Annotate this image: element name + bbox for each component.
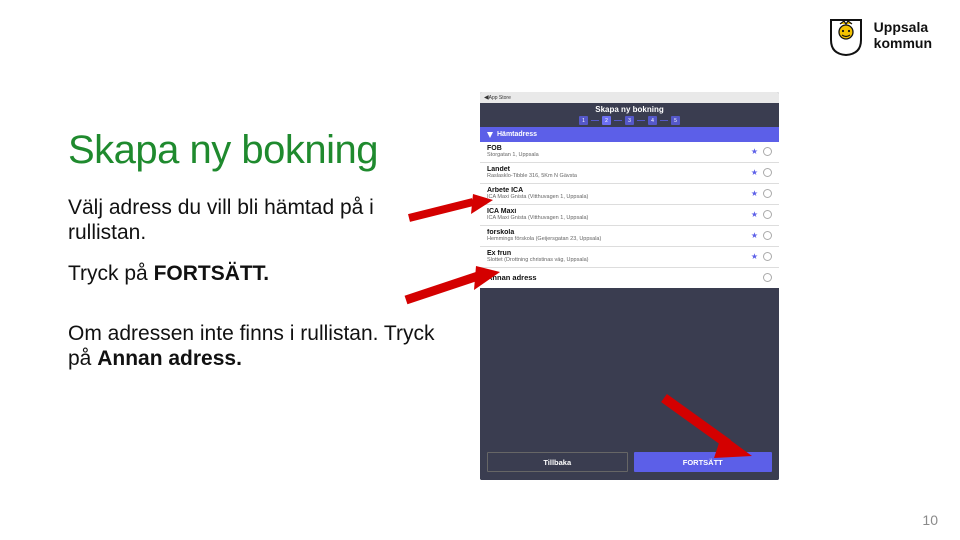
mockup-title: Skapa ny bokning — [595, 105, 663, 114]
address-item[interactable]: LandetRaslasklo-Tibble 316, 5Km N Gävsta… — [480, 163, 779, 184]
step-5: 5 — [671, 116, 680, 125]
address-item[interactable]: ICA MaxiICA Maxi Gnista (Vitthuvagen 1, … — [480, 205, 779, 226]
instruction-2-bold: FORTSÄTT. — [154, 262, 270, 285]
logo: Uppsala kommun — [826, 14, 932, 56]
radio-icon — [763, 231, 772, 240]
address-detail: Raslasklo-Tibble 316, 5Km N Gävsta — [487, 173, 751, 179]
logo-text: Uppsala kommun — [874, 19, 932, 51]
page-title: Skapa ny bokning — [68, 128, 443, 173]
star-icon: ★ — [751, 168, 758, 177]
radio-icon — [763, 252, 772, 261]
instruction-3-bold: Annan adress. — [97, 347, 242, 370]
logo-line1: Uppsala — [874, 19, 932, 35]
address-item[interactable]: FOBStorgatan 1, Uppsala★ — [480, 142, 779, 163]
content-column: Skapa ny bokning Välj adress du vill bli… — [68, 128, 443, 387]
chevron-down-icon — [487, 132, 493, 138]
star-icon: ★ — [751, 189, 758, 198]
address-name: FOB — [487, 145, 751, 152]
step-2: 2 — [602, 116, 611, 125]
address-other[interactable]: Annan adress — [480, 268, 779, 288]
address-detail: Storgatan 1, Uppsala — [487, 152, 751, 158]
continue-button[interactable]: FORTSÄTT — [634, 452, 773, 472]
radio-icon — [763, 273, 772, 282]
star-icon: ★ — [751, 231, 758, 240]
step-1: 1 — [579, 116, 588, 125]
address-name: Landet — [487, 166, 751, 173]
section-label-text: Hämtadress — [497, 131, 537, 138]
instruction-1: Välj adress du vill bli hämtad på i rull… — [68, 195, 443, 245]
address-detail: ICA Maxi Gnista (Vitthuvagen 1, Uppsala) — [487, 215, 751, 221]
page-number: 10 — [922, 512, 938, 528]
address-name: forskola — [487, 229, 751, 236]
star-icon: ★ — [751, 147, 758, 156]
address-name: Ex frun — [487, 250, 751, 257]
back-button-label: Tillbaka — [543, 458, 571, 467]
address-name: Arbete ICA — [487, 187, 751, 194]
instruction-3: Om adressen inte finns i rullistan. Tryc… — [68, 321, 443, 371]
address-detail: ICA Maxi Gnista (Vitthuvagen 1, Uppsala) — [487, 194, 751, 200]
step-3: 3 — [625, 116, 634, 125]
section-pickup-address: Hämtadress — [480, 127, 779, 142]
address-detail: Slottet (Drottning christinas väg, Uppsa… — [487, 257, 751, 263]
step-4: 4 — [648, 116, 657, 125]
address-detail: Hemmings förskola (Geijersgatan 23, Upps… — [487, 236, 751, 242]
address-item[interactable]: forskolaHemmings förskola (Geijersgatan … — [480, 226, 779, 247]
address-other-label: Annan adress — [487, 273, 763, 282]
instruction-2: Tryck på FORTSÄTT. — [68, 261, 443, 286]
address-item[interactable]: Ex frunSlottet (Drottning christinas väg… — [480, 247, 779, 268]
mockup-header: Skapa ny bokning 1 2 3 4 5 — [480, 103, 779, 127]
radio-icon — [763, 168, 772, 177]
star-icon: ★ — [751, 210, 758, 219]
address-item[interactable]: Arbete ICAICA Maxi Gnista (Vitthuvagen 1… — [480, 184, 779, 205]
mockup-footer: Tillbaka FORTSÄTT — [480, 446, 779, 480]
continue-button-label: FORTSÄTT — [683, 458, 723, 467]
instruction-2-text: Tryck på — [68, 262, 154, 285]
step-indicator: 1 2 3 4 5 — [579, 116, 680, 125]
statusbar-text: App Store — [489, 95, 511, 101]
address-list: FOBStorgatan 1, Uppsala★LandetRaslasklo-… — [480, 142, 779, 268]
app-mockup: ◀ App Store Skapa ny bokning 1 2 3 4 5 H… — [480, 92, 779, 480]
back-button[interactable]: Tillbaka — [487, 452, 628, 472]
logo-line2: kommun — [874, 35, 932, 51]
star-icon: ★ — [751, 252, 758, 261]
radio-icon — [763, 210, 772, 219]
mockup-statusbar: ◀ App Store — [480, 92, 779, 103]
logo-crest-icon — [826, 14, 866, 56]
radio-icon — [763, 147, 772, 156]
radio-icon — [763, 189, 772, 198]
address-name: ICA Maxi — [487, 208, 751, 215]
